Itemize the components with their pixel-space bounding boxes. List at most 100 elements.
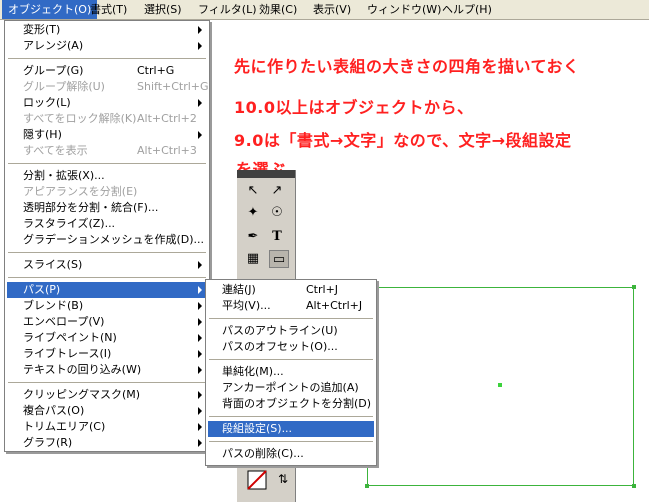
path-submenu-item[interactable]: アンカーポイントの追加(A) xyxy=(208,380,374,396)
submenu-arrow-icon xyxy=(198,350,202,358)
path-submenu-item[interactable]: 段組設定(S)... xyxy=(208,421,374,437)
submenu-arrow-icon xyxy=(198,99,202,107)
object-menu-item[interactable]: クリッピングマスク(M) xyxy=(7,387,207,403)
object-menu-item[interactable]: トリムエリア(C) xyxy=(7,419,207,435)
object-menu-item-label: グループ解除(U) xyxy=(23,80,105,93)
object-menu-item-label: 複合パス(O) xyxy=(23,404,85,417)
rect-handle[interactable] xyxy=(632,285,636,289)
lasso-tool-icon[interactable]: ☉ xyxy=(267,204,287,222)
menu-object[interactable]: オブジェクト(O) xyxy=(2,0,98,19)
path-submenu-item[interactable]: 背面のオブジェクトを分割(D) xyxy=(208,396,374,412)
object-menu-item[interactable]: 透明部分を分割・統合(F)... xyxy=(7,200,207,216)
rect-center-point xyxy=(498,383,502,387)
note-line-1: 先に作りたい表組の大きさの四角を描いておく xyxy=(234,57,580,76)
submenu-arrow-icon xyxy=(198,318,202,326)
object-menu-item[interactable]: ライブトレース(I) xyxy=(7,346,207,362)
path-submenu-item-label: パスの削除(C)... xyxy=(222,447,304,460)
rect-handle[interactable] xyxy=(365,484,369,488)
swap-colors-icon[interactable]: ⇅ xyxy=(273,470,293,488)
object-menu-item[interactable]: エンベロープ(V) xyxy=(7,314,207,330)
selection-tool-icon[interactable]: ↖ xyxy=(243,182,263,200)
note-line-3: 9.0は「書式→文字」なので、文字→段組設定 xyxy=(234,131,572,150)
object-menu-item[interactable]: 分割・拡張(X)... xyxy=(7,168,207,184)
menu-separator xyxy=(209,416,373,417)
object-menu-item[interactable]: グラデーションメッシュを作成(D)... xyxy=(7,232,207,248)
path-submenu-item-label: 連結(J) xyxy=(222,283,256,296)
object-menu-item-shortcut: Alt+Ctrl+2 xyxy=(137,112,197,125)
object-menu-item-label: クリッピングマスク(M) xyxy=(23,388,141,401)
path-submenu-item[interactable]: パスのアウトライン(U) xyxy=(208,323,374,339)
submenu-arrow-icon xyxy=(198,42,202,50)
object-menu-item[interactable]: スライス(S) xyxy=(7,257,207,273)
menu-separator xyxy=(209,359,373,360)
object-menu-item[interactable]: ラスタライズ(Z)... xyxy=(7,216,207,232)
menu-view[interactable]: 表示(V) xyxy=(307,0,357,19)
object-menu-item-label: グラフ(R) xyxy=(23,436,73,449)
object-menu-item[interactable]: グループ(G) Ctrl+G xyxy=(7,63,207,79)
path-submenu-item-label: パスのアウトライン(U) xyxy=(222,324,338,337)
object-menu-item-shortcut: Shift+Ctrl+G xyxy=(137,80,209,93)
menu-type[interactable]: 書式(T) xyxy=(84,0,133,19)
object-menu-item[interactable]: テキストの回り込み(W) xyxy=(7,362,207,378)
menu-separator xyxy=(8,252,206,253)
path-submenu-item[interactable]: 平均(V)... Alt+Ctrl+J xyxy=(208,298,374,314)
submenu-arrow-icon xyxy=(198,261,202,269)
object-menu-item[interactable]: ブレンド(B) xyxy=(7,298,207,314)
submenu-arrow-icon xyxy=(198,423,202,431)
tools-panel-titlebar[interactable] xyxy=(237,170,295,178)
object-menu-item[interactable]: ロック(L) xyxy=(7,95,207,111)
path-submenu-item[interactable]: パスのオフセット(O)... xyxy=(208,339,374,355)
object-menu-item-label: パス(P) xyxy=(23,283,61,296)
submenu-arrow-icon xyxy=(198,366,202,374)
rect-handle[interactable] xyxy=(632,484,636,488)
menu-window[interactable]: ウィンドウ(W) xyxy=(361,0,447,19)
menu-separator xyxy=(8,382,206,383)
path-submenu-item-shortcut: Alt+Ctrl+J xyxy=(306,299,363,312)
submenu-arrow-icon xyxy=(198,26,202,34)
object-menu-item-label: グラデーションメッシュを作成(D)... xyxy=(23,233,204,246)
direct-selection-tool-icon[interactable]: ↗ xyxy=(267,182,287,200)
submenu-arrow-icon xyxy=(198,131,202,139)
path-submenu-item-label: 背面のオブジェクトを分割(D) xyxy=(222,397,372,410)
object-menu-item[interactable]: アレンジ(A) xyxy=(7,38,207,54)
menu-separator xyxy=(209,441,373,442)
object-menu-item-label: すべてをロック解除(K) xyxy=(23,112,137,125)
object-menu-item-label: 隠す(H) xyxy=(23,128,62,141)
object-menu-item-label: 透明部分を分割・統合(F)... xyxy=(23,201,159,214)
menu-help[interactable]: ヘルプ(H) xyxy=(436,0,498,19)
path-submenu-item[interactable]: 単純化(M)... xyxy=(208,364,374,380)
path-submenu-item[interactable]: 連結(J) Ctrl+J xyxy=(208,282,374,298)
menu-filter[interactable]: フィルタ(L) xyxy=(192,0,263,19)
type-tool-icon[interactable]: T xyxy=(267,228,287,246)
object-menu-item[interactable]: パス(P) xyxy=(7,282,207,298)
menu-separator xyxy=(8,277,206,278)
menu-separator xyxy=(209,318,373,319)
object-menu-item: アピアランスを分割(E) xyxy=(7,184,207,200)
path-submenu-item[interactable]: パスの削除(C)... xyxy=(208,446,374,462)
object-menu-item[interactable]: 隠す(H) xyxy=(7,127,207,143)
object-menu-item: すべてを表示 Alt+Ctrl+3 xyxy=(7,143,207,159)
object-menu-item-label: スライス(S) xyxy=(23,258,83,271)
path-submenu-item-shortcut: Ctrl+J xyxy=(306,283,339,296)
object-menu-item-label: ライブトレース(I) xyxy=(23,347,112,360)
note-line-2: 10.0以上はオブジェクトから、 xyxy=(234,98,474,117)
object-menu-item-label: テキストの回り込み(W) xyxy=(23,363,142,376)
path-submenu-item-label: 単純化(M)... xyxy=(222,365,284,378)
object-menu-item: すべてをロック解除(K) Alt+Ctrl+2 xyxy=(7,111,207,127)
object-menu-item[interactable]: ライブペイント(N) xyxy=(7,330,207,346)
object-menu-item-label: トリムエリア(C) xyxy=(23,420,106,433)
menu-separator xyxy=(8,163,206,164)
menu-effect[interactable]: 効果(C) xyxy=(253,0,303,19)
menu-select[interactable]: 選択(S) xyxy=(138,0,188,19)
magic-wand-tool-icon[interactable]: ✦ xyxy=(243,204,263,222)
submenu-arrow-icon xyxy=(198,407,202,415)
object-menu-item-label: すべてを表示 xyxy=(23,144,88,157)
object-menu-item[interactable]: 複合パス(O) xyxy=(7,403,207,419)
object-menu-item[interactable]: グラフ(R) xyxy=(7,435,207,451)
grid-tool-icon[interactable]: ▦ xyxy=(243,250,263,268)
rectangle-tool-icon[interactable]: ▭ xyxy=(269,250,289,268)
fill-stroke-swatch-icon[interactable] xyxy=(247,470,271,494)
submenu-arrow-icon xyxy=(198,286,202,294)
pen-tool-icon[interactable]: ✒ xyxy=(243,228,263,246)
object-menu-item[interactable]: 変形(T) xyxy=(7,22,207,38)
